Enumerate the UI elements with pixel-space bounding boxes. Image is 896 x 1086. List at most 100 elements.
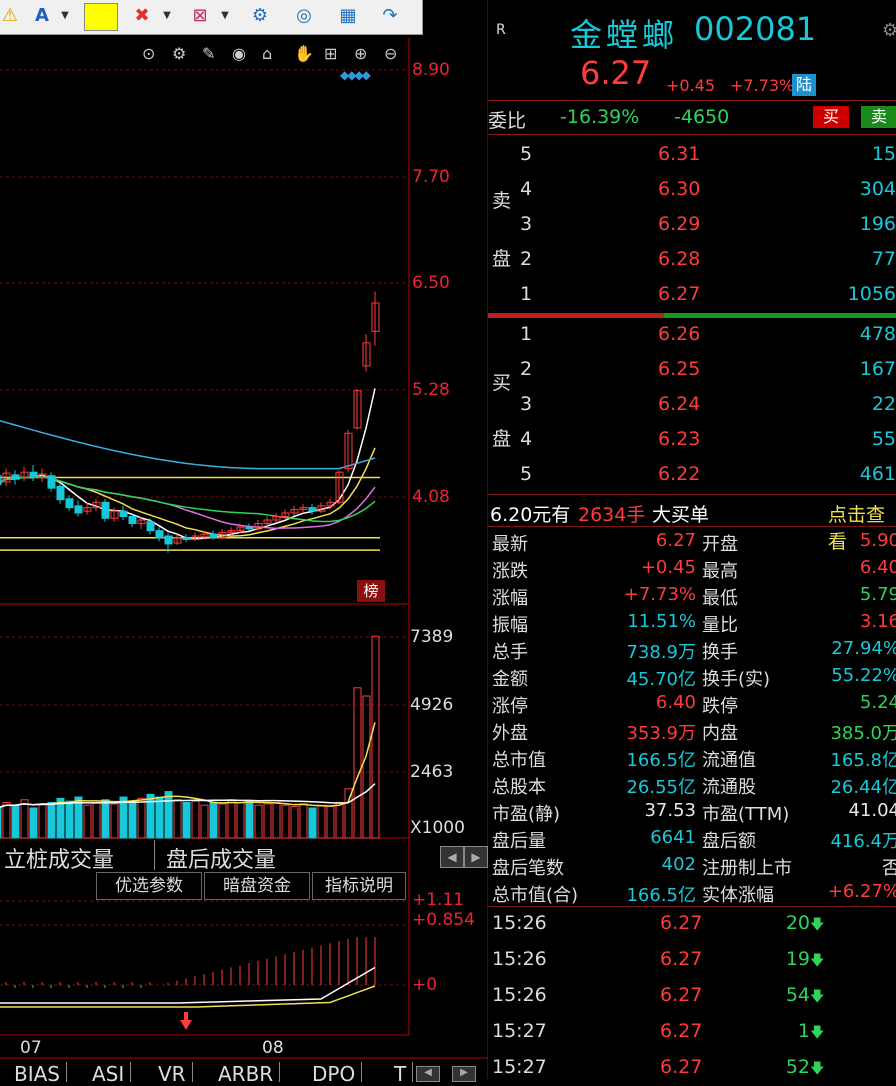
dark-pool-funds-button[interactable]: 暗盘资金	[204, 872, 310, 900]
stat-value: 165.8亿	[830, 750, 896, 771]
candle-body	[209, 533, 218, 539]
gear-icon[interactable]: ⚙	[172, 44, 186, 63]
tab-after-hours-volume[interactable]: 盘后成交量	[166, 842, 276, 873]
price-change: +0.45	[666, 76, 716, 95]
tab-vr[interactable]: VR	[152, 1062, 193, 1086]
volume-bar	[2, 802, 11, 839]
kline-chart-panel[interactable]: ⊙ ⚙ ✎ ◉ ⌂ ✋ ⊞ ⊕ ⊖ ◆◆◆◆ 8.90 7.70 6.50 5.…	[0, 0, 488, 1086]
stat-label: 外盘	[492, 723, 528, 744]
volume-bar	[119, 796, 128, 839]
event-diamonds-icon[interactable]: ◆◆◆◆	[340, 68, 371, 82]
webi-diff: -4650	[674, 106, 730, 128]
macd-axis-label: +0	[412, 975, 438, 995]
stock-name: 金螳螂	[570, 16, 679, 54]
tab-t[interactable]: T	[388, 1062, 414, 1086]
volume-bar	[83, 804, 92, 839]
chevron-down-icon[interactable]: ▼	[160, 4, 174, 28]
candle-body	[308, 507, 317, 512]
gear-icon[interactable]: ⚙	[882, 20, 896, 41]
basket-icon[interactable]: ⌂	[262, 44, 272, 63]
volume-bar	[317, 804, 326, 839]
candle-body	[74, 505, 83, 514]
warning-icon[interactable]: ⚠	[0, 4, 20, 28]
grid-icon[interactable]: ▦	[334, 4, 362, 28]
candle-body	[119, 510, 128, 517]
stat-label: 流通值	[702, 750, 756, 771]
volume-bar	[335, 802, 344, 839]
stat-label: 涨跌	[492, 561, 528, 582]
volume-bar	[0, 807, 2, 839]
stat-label: 注册制上市	[702, 858, 792, 879]
tick-price: 6.27	[660, 912, 703, 934]
candle-body	[47, 475, 56, 489]
ask-level: 5	[520, 143, 533, 165]
tab-bias[interactable]: BIAS	[8, 1062, 67, 1086]
indicator-help-button[interactable]: 指标说明	[312, 872, 406, 900]
gear-icon[interactable]: ⚙	[246, 4, 274, 28]
month-label: 07	[20, 1038, 42, 1058]
volume-bar	[20, 799, 29, 839]
chevron-down-icon[interactable]: ▼	[218, 4, 232, 28]
volume-bar	[200, 804, 209, 839]
stat-value: 5.90	[859, 530, 896, 551]
volume-bar	[173, 799, 182, 839]
preferred-params-button[interactable]: 优选参数	[96, 872, 202, 900]
volume-bar	[209, 802, 218, 839]
buy-button[interactable]: 买	[813, 106, 849, 128]
volume-unit-label: X1000	[410, 818, 465, 838]
eye-icon[interactable]: ◉	[232, 44, 246, 63]
settings-circle-icon[interactable]: ⊙	[142, 44, 155, 63]
share-arrow-icon[interactable]: ↷	[376, 4, 404, 28]
tick-time: 15:26	[492, 948, 547, 970]
ask-row: 1 6.27 1056	[488, 283, 896, 317]
candle-body	[29, 471, 38, 479]
volume-bar	[38, 803, 47, 839]
tab-dpo[interactable]: DPO	[306, 1062, 363, 1086]
bid-level: 4	[520, 428, 533, 450]
bid-level: 1	[520, 323, 533, 345]
big-order-type: 大买单	[652, 504, 710, 526]
ask-level: 1	[520, 283, 533, 305]
stat-value: 6.40	[859, 557, 896, 578]
zoom-out-icon[interactable]: ⊖	[384, 44, 397, 63]
tabs-scroll-left-icon[interactable]: ◀	[416, 1066, 440, 1082]
candle-body	[65, 498, 74, 509]
volume-bar	[371, 635, 380, 839]
bid-row: 4 6.23 55	[488, 428, 896, 462]
tabs-scroll-right-icon[interactable]: ▶	[452, 1066, 476, 1082]
tab-arbr[interactable]: ARBR	[212, 1062, 281, 1086]
tab-asi[interactable]: ASI	[86, 1062, 132, 1086]
bid-level: 2	[520, 358, 533, 380]
sell-button[interactable]: 卖	[861, 106, 896, 128]
price-axis-label: 5.28	[412, 380, 450, 400]
draw-pen-icon[interactable]: ✎	[202, 44, 215, 63]
ask-price: 6.30	[658, 178, 701, 200]
ask-volume: 15	[871, 143, 896, 165]
volume-axis-label: 7389	[410, 627, 454, 647]
ma-line	[0, 419, 376, 470]
delete-icon[interactable]: ✖	[130, 4, 154, 28]
stat-value: 5.79	[859, 584, 896, 605]
scroll-right-icon[interactable]: ▶	[464, 846, 488, 868]
clear-drawings-icon[interactable]: ⊠	[186, 4, 214, 28]
tab-pile-volume[interactable]: 立桩成交量	[4, 842, 114, 873]
stat-value: 45.70亿	[626, 669, 696, 690]
color-swatch-button[interactable]	[84, 3, 118, 31]
stat-value: 26.44亿	[830, 777, 896, 798]
chevron-down-icon[interactable]: ▼	[58, 4, 72, 28]
hand-icon[interactable]: ✋	[294, 44, 314, 63]
scroll-left-icon[interactable]: ◀	[440, 846, 464, 868]
ask-price: 6.27	[658, 283, 701, 305]
ask-row: 5 6.31 15	[488, 143, 896, 177]
ruler-icon[interactable]: ⊞	[324, 44, 337, 63]
ask-price: 6.31	[658, 143, 701, 165]
ask-level: 4	[520, 178, 533, 200]
stat-value: 27.94%	[831, 638, 896, 659]
stat-label: 最高	[702, 561, 738, 582]
zoom-in-icon[interactable]: ⊕	[354, 44, 367, 63]
hide-eye-icon[interactable]: ◎	[290, 4, 318, 28]
text-tool-button[interactable]: A	[28, 4, 56, 28]
stat-label: 涨停	[492, 696, 528, 717]
stat-value: 26.55亿	[626, 777, 696, 798]
dragon-tiger-list-badge[interactable]: 榜	[357, 580, 385, 602]
